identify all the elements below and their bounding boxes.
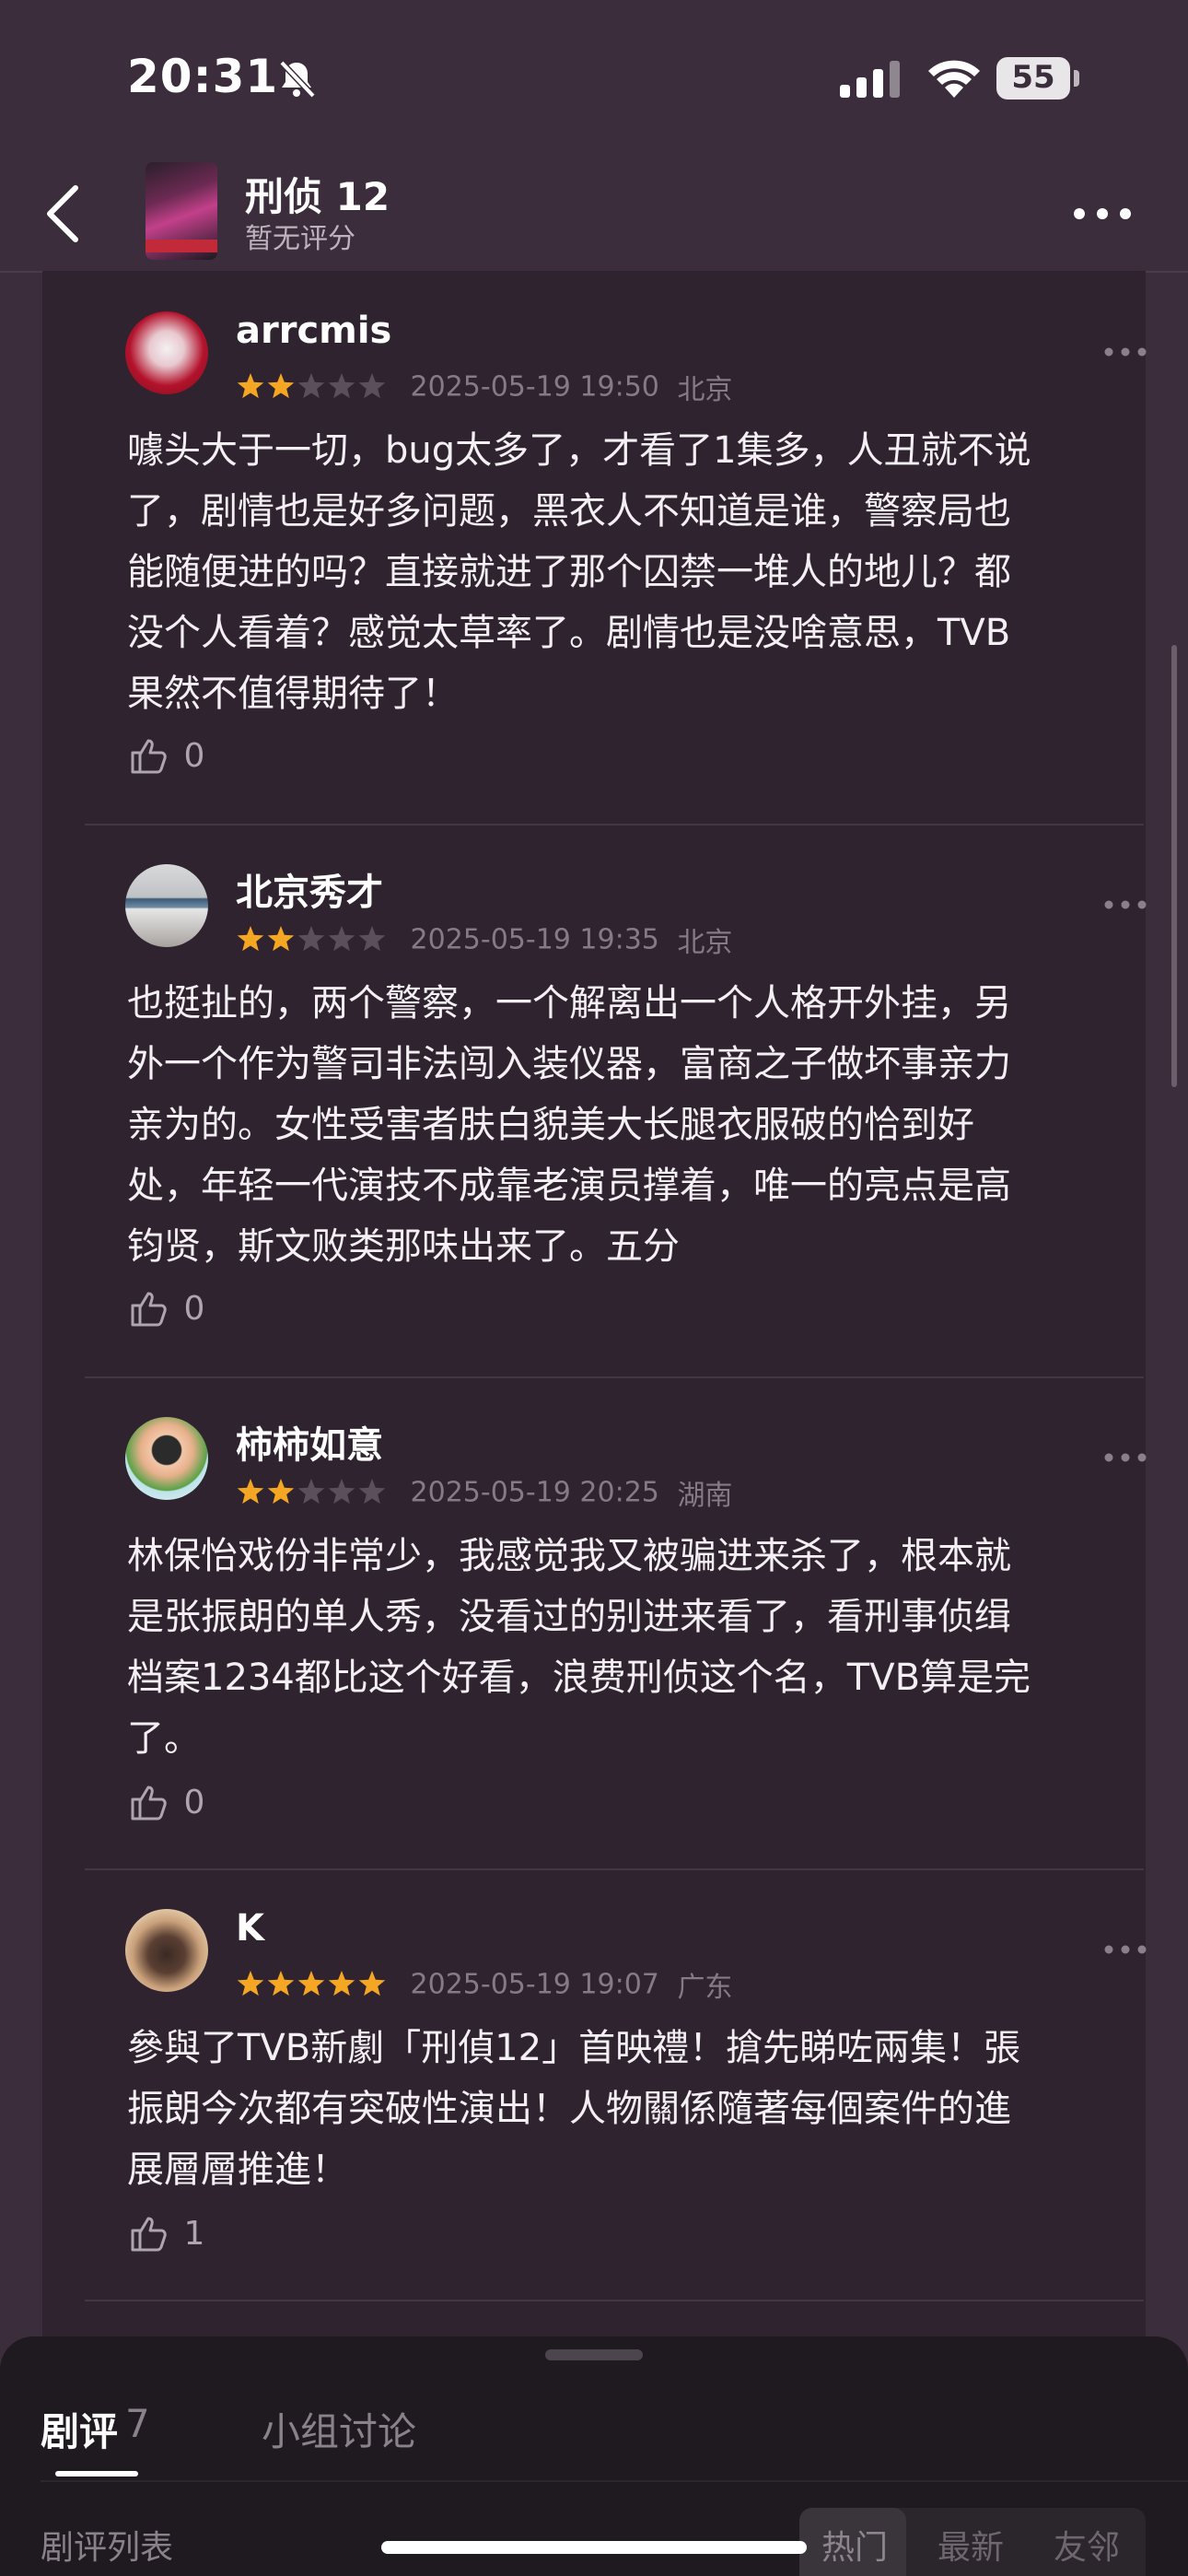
- divider: [85, 1868, 1144, 1870]
- star-filled-icon: [237, 926, 264, 952]
- review-author[interactable]: K: [236, 1907, 264, 1950]
- review-author[interactable]: 柿柿如意: [236, 1415, 383, 1469]
- star-filled-icon: [358, 1971, 386, 1996]
- review-text: 參與了TVB新劇「刑偵12」首映禮！搶先睇咗兩集！張 振朗今次都有突破性演出！人…: [127, 2027, 1021, 2191]
- avatar[interactable]: [125, 1909, 208, 1992]
- divider: [85, 824, 1144, 825]
- battery-level: 55: [1011, 59, 1055, 96]
- star-rating-icon: [237, 926, 386, 952]
- divider: [85, 2300, 1144, 2301]
- star-filled-icon: [328, 1971, 355, 1996]
- review-date: 2025-05-19 19:35: [410, 923, 659, 956]
- star-empty-icon: [297, 373, 325, 399]
- star-empty-icon: [297, 926, 325, 952]
- review-meta: 2025-05-19 19:50 北京: [236, 367, 732, 407]
- star-rating-icon: [237, 1479, 386, 1505]
- sort-friends[interactable]: 友邻: [1054, 2521, 1120, 2569]
- star-rating-icon: [237, 373, 386, 399]
- bottom-sheet[interactable]: 剧评 7 小组讨论 剧评列表 热门 最新 友邻: [0, 2336, 1188, 2576]
- top-nav-bar: 刑侦 12 暂无评分: [0, 157, 1188, 273]
- star-filled-icon: [267, 1971, 295, 1996]
- star-filled-icon: [267, 373, 295, 399]
- star-empty-icon: [358, 1479, 386, 1505]
- rating-status: 暂无评分: [245, 223, 355, 255]
- back-chevron-icon[interactable]: [39, 181, 94, 247]
- review-text: 噱头大于一切，bug太多了，才看了1集多，人丑就不说 了，剧情也是好多问题，黑衣…: [127, 429, 1031, 715]
- like-count: 0: [183, 736, 205, 775]
- review-more-icon[interactable]: [1103, 897, 1147, 912]
- like-button[interactable]: 0: [129, 1288, 204, 1334]
- star-filled-icon: [237, 1971, 264, 1996]
- wifi-icon: [928, 60, 980, 98]
- avatar[interactable]: [125, 864, 208, 947]
- review-more-icon[interactable]: [1103, 1450, 1147, 1465]
- bell-muted-icon: [279, 60, 316, 99]
- star-empty-icon: [297, 1479, 325, 1505]
- like-button[interactable]: 0: [129, 735, 204, 781]
- avatar[interactable]: [125, 311, 208, 394]
- divider: [41, 2480, 1188, 2482]
- review-location: 广东: [677, 1972, 733, 2004]
- star-filled-icon: [267, 1479, 295, 1505]
- status-time: 20:31: [127, 50, 279, 103]
- status-bar: 20:31 55: [0, 0, 1188, 157]
- like-button[interactable]: 1: [129, 2213, 204, 2259]
- review-list: arrcmis 2025-05-19 19:50 北京 噱头大于一切，bug太多…: [42, 271, 1147, 2353]
- review-location: 北京: [677, 927, 733, 959]
- page-title: 刑侦 12: [245, 174, 390, 219]
- review-location: 北京: [677, 374, 733, 406]
- drag-handle[interactable]: [545, 2349, 643, 2360]
- review-more-icon[interactable]: [1103, 345, 1147, 359]
- review-text: 林保怡戏份非常少，我感觉我又被骗进来杀了，根本就 是张振朗的单人秀，没看过的别进…: [127, 1535, 1031, 1760]
- home-indicator[interactable]: [381, 2541, 807, 2554]
- star-filled-icon: [237, 373, 264, 399]
- star-empty-icon: [358, 373, 386, 399]
- like-button[interactable]: 0: [129, 1782, 204, 1828]
- active-tab-indicator: [55, 2471, 138, 2476]
- star-rating-icon: [237, 1971, 386, 1996]
- star-empty-icon: [328, 926, 355, 952]
- star-empty-icon: [358, 926, 386, 952]
- star-filled-icon: [267, 926, 295, 952]
- review-date: 2025-05-19 20:25: [410, 1476, 659, 1509]
- like-count: 0: [183, 1289, 205, 1328]
- star-empty-icon: [328, 1479, 355, 1505]
- review-more-icon[interactable]: [1103, 1942, 1147, 1957]
- review-text: 也挺扯的，两个警察，一个解离出一个人格开外挂，另 外一个作为警司非法闯入装仪器，…: [127, 982, 1011, 1268]
- sort-hot[interactable]: 热门: [821, 2521, 888, 2569]
- review-meta: 2025-05-19 20:25 湖南: [236, 1472, 732, 1513]
- divider: [85, 1376, 1144, 1378]
- tab-reviews-count: 7: [125, 2401, 150, 2446]
- star-empty-icon: [328, 373, 355, 399]
- more-options-icon[interactable]: [1070, 195, 1135, 232]
- thumbs-up-icon: [131, 1292, 167, 1327]
- tab-reviews[interactable]: 剧评: [41, 2401, 118, 2457]
- review-meta: 2025-05-19 19:35 北京: [236, 919, 732, 960]
- review-date: 2025-05-19 19:07: [410, 1968, 659, 2001]
- like-count: 0: [183, 1783, 205, 1821]
- review-location: 湖南: [677, 1480, 733, 1512]
- thumbs-up-icon: [131, 1786, 167, 1821]
- like-count: 1: [183, 2214, 205, 2253]
- review-meta: 2025-05-19 19:07 广东: [236, 1964, 732, 2005]
- battery-indicator: 55: [996, 57, 1081, 100]
- thumbs-up-icon: [131, 739, 167, 774]
- tab-group-discussion[interactable]: 小组讨论: [262, 2401, 416, 2457]
- review-date: 2025-05-19 19:50: [410, 370, 659, 404]
- star-filled-icon: [237, 1479, 264, 1505]
- star-filled-icon: [297, 1971, 325, 1996]
- cellular-signal-icon: [840, 61, 900, 98]
- avatar[interactable]: [125, 1417, 208, 1500]
- review-list-label: 剧评列表: [41, 2529, 174, 2567]
- review-author[interactable]: arrcmis: [236, 310, 391, 352]
- sort-latest[interactable]: 最新: [938, 2521, 1004, 2569]
- review-author[interactable]: 北京秀才: [236, 862, 383, 916]
- show-poster-thumbnail[interactable]: [146, 162, 217, 260]
- thumbs-up-icon: [131, 2217, 167, 2252]
